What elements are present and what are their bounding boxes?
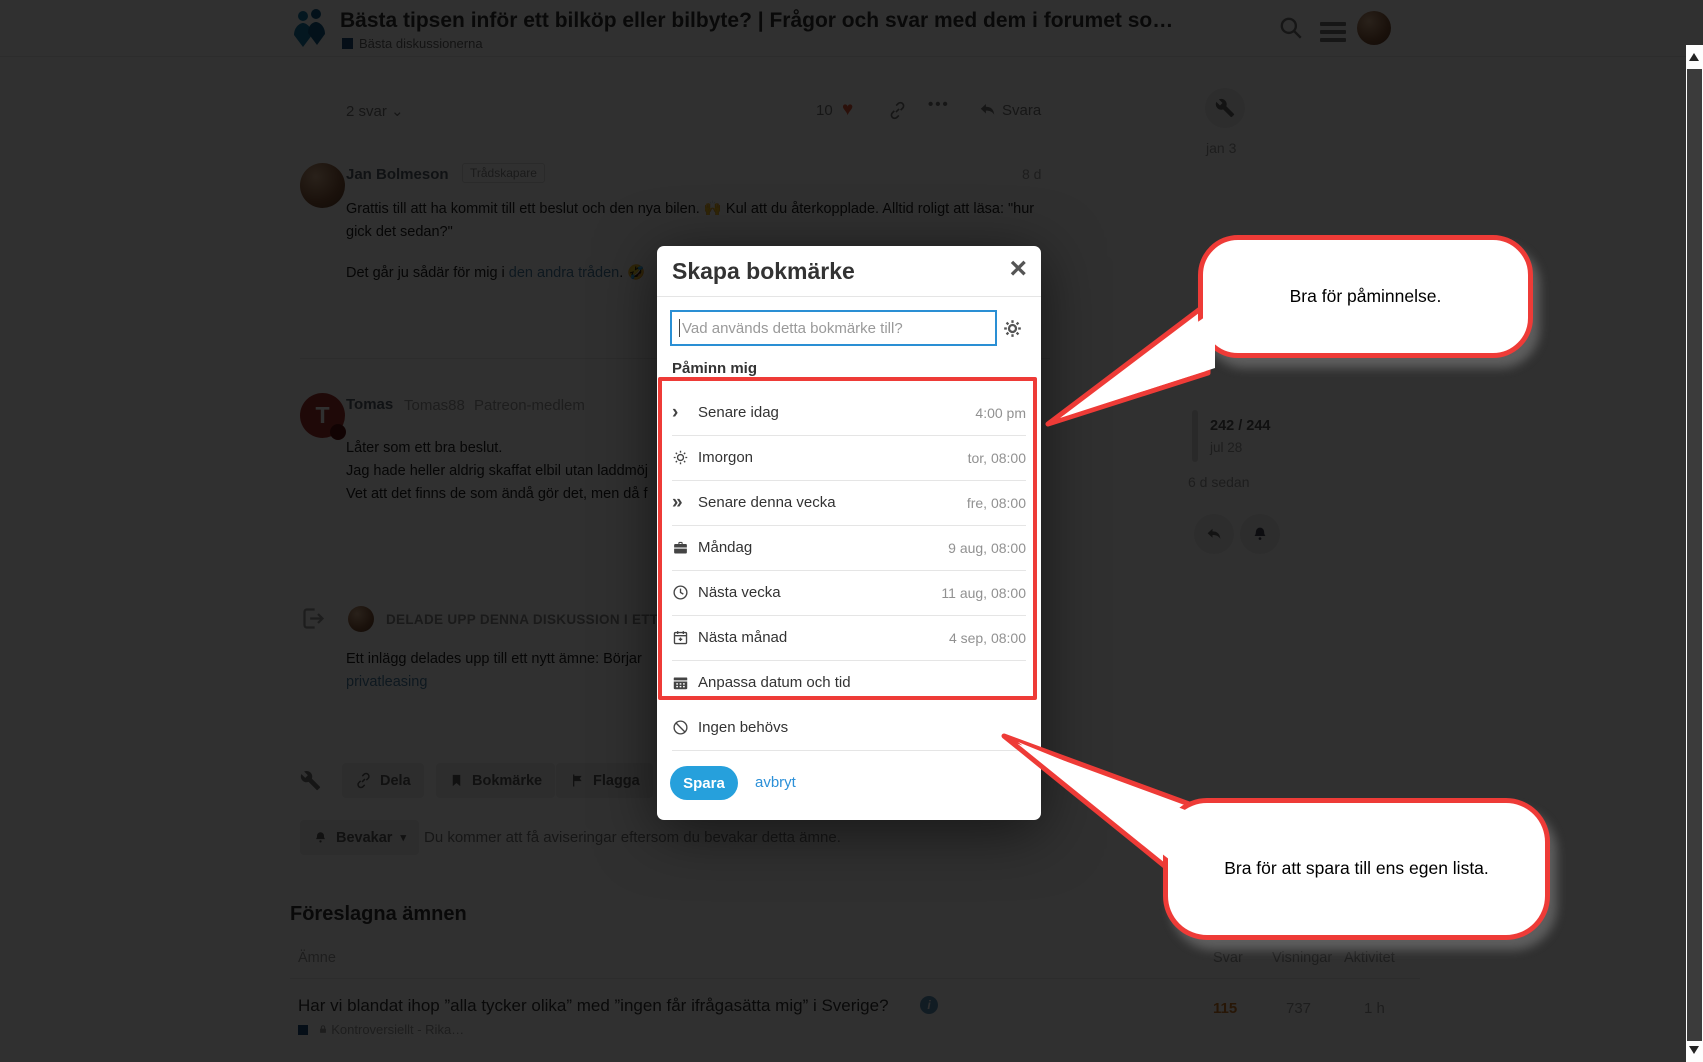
text-caret — [679, 319, 680, 337]
page: Bästa tipsen inför ett bilköp eller bilb… — [0, 0, 1703, 1062]
scrollbar[interactable] — [1686, 45, 1703, 1062]
callout-reminder: Bra för påminnelse. — [1198, 235, 1533, 358]
remind-me-label: Påminn mig — [672, 360, 757, 377]
bookmark-name-input[interactable]: Vad används detta bokmärke till? — [670, 310, 997, 346]
bookmark-options-gear-icon[interactable] — [1002, 318, 1023, 339]
scroll-up-arrow[interactable] — [1689, 53, 1699, 61]
callout-tail-cover — [990, 720, 1220, 880]
callout-text: Bra för påminnelse. — [1290, 286, 1442, 307]
callout-save-list: Bra för att spara till ens egen lista. — [1163, 798, 1550, 940]
callout-tail-cover — [1030, 280, 1230, 440]
cancel-link[interactable]: avbryt — [755, 774, 796, 791]
close-icon[interactable]: × — [1009, 252, 1027, 286]
modal-title: Skapa bokmärke — [672, 258, 855, 285]
callout-text: Bra för att spara till ens egen lista. — [1207, 856, 1507, 881]
annotation-red-box — [658, 377, 1037, 700]
ban-icon — [672, 719, 698, 736]
modal-header-divider — [657, 296, 1041, 297]
save-button[interactable]: Spara — [670, 766, 738, 800]
reminder-option-none[interactable]: Ingen behövs — [672, 705, 1026, 751]
scroll-down-arrow[interactable] — [1689, 1046, 1699, 1054]
scrollbar-thumb[interactable] — [1687, 69, 1702, 1041]
